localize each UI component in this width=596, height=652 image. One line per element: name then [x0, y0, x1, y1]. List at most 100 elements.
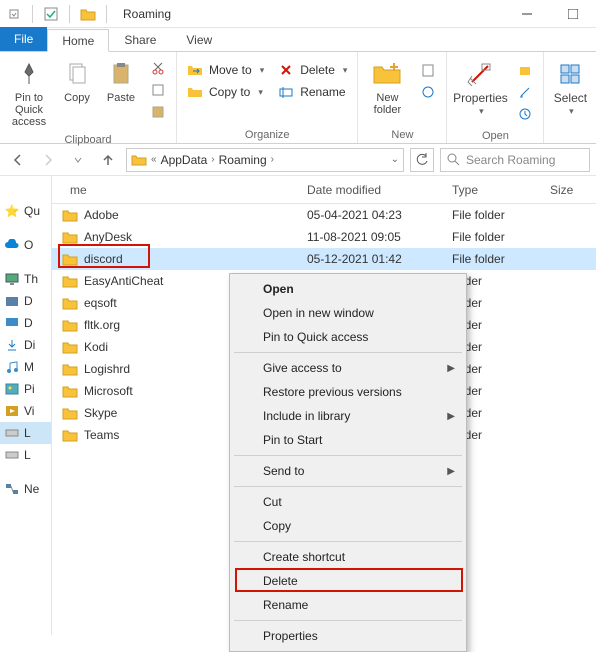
copy-to-button[interactable]: Copy to▾: [183, 82, 268, 102]
breadcrumb-part[interactable]: AppData›: [161, 153, 215, 167]
sidebar-quick-access[interactable]: ⭐Qu: [0, 200, 51, 222]
chevron-down-icon: ▾: [569, 106, 574, 116]
qat-check-icon[interactable]: [43, 6, 59, 22]
file-row[interactable]: discord05-12-2021 01:42File folder: [52, 248, 596, 270]
delete-icon: [278, 62, 294, 78]
ctx-rename[interactable]: Rename: [233, 593, 463, 617]
sidebar-item[interactable]: D: [0, 312, 51, 334]
network-icon: [4, 481, 20, 497]
ctx-properties[interactable]: Properties: [233, 624, 463, 648]
column-size[interactable]: Size: [540, 176, 596, 203]
breadcrumb-part[interactable]: Roaming›: [219, 153, 274, 167]
sidebar-videos[interactable]: Vi: [0, 400, 51, 422]
folder-icon: [62, 383, 78, 399]
sidebar-downloads[interactable]: Di: [0, 334, 51, 356]
tab-home[interactable]: Home: [47, 29, 109, 52]
cut-small-button[interactable]: [146, 58, 170, 78]
history-button[interactable]: [513, 104, 537, 124]
ctx-give-access-to[interactable]: Give access to▶: [233, 356, 463, 380]
select-button[interactable]: Select▾: [548, 54, 592, 121]
ctx-restore-previous[interactable]: Restore previous versions: [233, 380, 463, 404]
folder-icon: [62, 361, 78, 377]
copy-path-small-button[interactable]: [146, 80, 170, 100]
edit-button[interactable]: [513, 82, 537, 102]
chevron-down-icon[interactable]: ⌄: [391, 154, 399, 165]
ctx-send-to[interactable]: Send to▶: [233, 459, 463, 483]
delete-button[interactable]: Delete▾: [274, 60, 351, 80]
nav-pane: ⭐Qu O Th D D Di M Pi Vi L L Ne: [0, 176, 52, 635]
ctx-copy[interactable]: Copy: [233, 514, 463, 538]
ctx-pin-to-start[interactable]: Pin to Start: [233, 428, 463, 452]
ctx-open[interactable]: Open: [233, 277, 463, 301]
folder-icon: [62, 427, 78, 443]
folder-icon: [62, 207, 78, 223]
ctx-delete[interactable]: Delete: [233, 569, 463, 593]
tab-share[interactable]: Share: [109, 28, 171, 51]
file-name: Teams: [84, 428, 119, 442]
chevron-down-icon: ▾: [260, 65, 265, 76]
new-item-button[interactable]: [416, 60, 440, 80]
history-icon: [517, 106, 533, 122]
move-to-icon: [187, 62, 203, 78]
column-name[interactable]: me: [52, 176, 297, 203]
search-icon: [447, 153, 460, 166]
address-bar[interactable]: « AppData› Roaming› ⌄: [126, 148, 404, 172]
search-input[interactable]: Search Roaming: [440, 148, 590, 172]
rename-button[interactable]: Rename: [274, 82, 351, 102]
ctx-pin-quick-access[interactable]: Pin to Quick access: [233, 325, 463, 349]
desktop-icon: [4, 315, 20, 331]
open-icon: [517, 62, 533, 78]
file-name: Logishrd: [84, 362, 130, 376]
chevron-down-icon: ▾: [258, 87, 263, 98]
copy-button[interactable]: Copy: [56, 54, 98, 108]
sidebar-item[interactable]: D: [0, 290, 51, 312]
maximize-button[interactable]: [550, 0, 596, 28]
ribbon-group-select: Select▾: [544, 52, 596, 143]
ctx-cut[interactable]: Cut: [233, 490, 463, 514]
titlebar: Roaming: [0, 0, 596, 28]
ctx-include-in-library[interactable]: Include in library▶: [233, 404, 463, 428]
chevron-right-icon: ▶: [447, 466, 455, 477]
move-to-button[interactable]: Move to▾: [183, 60, 268, 80]
pin-quick-access-button[interactable]: Pin to Quick access: [4, 54, 54, 132]
easy-access-button[interactable]: [416, 82, 440, 102]
sidebar-local-disk-2[interactable]: L: [0, 444, 51, 466]
sidebar-pictures[interactable]: Pi: [0, 378, 51, 400]
refresh-button[interactable]: [410, 148, 434, 172]
open-button[interactable]: [513, 60, 537, 80]
sidebar-music[interactable]: M: [0, 356, 51, 378]
qat-down-icon[interactable]: [6, 6, 22, 22]
up-button[interactable]: [96, 148, 120, 172]
sidebar-onedrive[interactable]: O: [0, 234, 51, 256]
new-folder-button[interactable]: New folder: [362, 54, 412, 120]
drive-icon: [4, 447, 20, 463]
file-row[interactable]: Adobe05-04-2021 04:23File folder: [52, 204, 596, 226]
column-headers: me Date modified Type Size: [52, 176, 596, 204]
tab-view[interactable]: View: [171, 28, 227, 51]
column-date[interactable]: Date modified: [297, 176, 442, 203]
folder-icon: [62, 273, 78, 289]
sidebar-network[interactable]: Ne: [0, 478, 51, 500]
paste-shortcut-small-button[interactable]: [146, 102, 170, 122]
properties-button[interactable]: Properties▾: [451, 54, 509, 121]
chevron-right-icon[interactable]: «: [151, 154, 157, 165]
ctx-open-new-window[interactable]: Open in new window: [233, 301, 463, 325]
window-title: Roaming: [117, 7, 171, 21]
column-type[interactable]: Type: [442, 176, 540, 203]
sidebar-local-disk[interactable]: L: [0, 422, 51, 444]
star-icon: ⭐: [4, 203, 20, 219]
ctx-create-shortcut[interactable]: Create shortcut: [233, 545, 463, 569]
pictures-icon: [4, 381, 20, 397]
ribbon-tabs: File Home Share View: [0, 28, 596, 52]
paste-button[interactable]: Paste: [100, 54, 142, 108]
back-button[interactable]: [6, 148, 30, 172]
folder-icon: [62, 405, 78, 421]
forward-button[interactable]: [36, 148, 60, 172]
recent-locations-button[interactable]: [66, 148, 90, 172]
tab-file[interactable]: File: [0, 27, 47, 51]
file-row[interactable]: AnyDesk11-08-2021 09:05File folder: [52, 226, 596, 248]
paste-icon: [105, 58, 137, 90]
file-name: Microsoft: [84, 384, 133, 398]
minimize-button[interactable]: [504, 0, 550, 28]
sidebar-this-pc[interactable]: Th: [0, 268, 51, 290]
